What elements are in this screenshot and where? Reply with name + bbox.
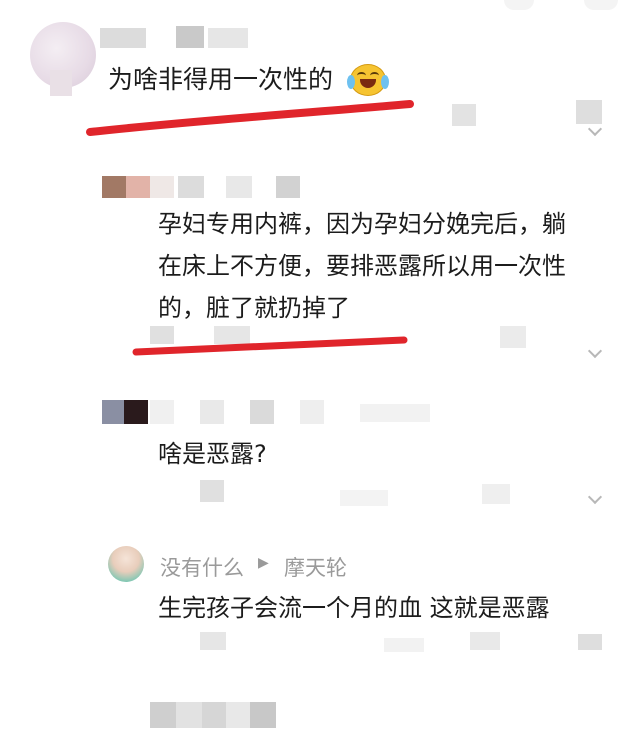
- avatar-pixelated[interactable]: [124, 400, 148, 424]
- highlight-underline: [86, 100, 414, 136]
- avatar-pixelated[interactable]: [102, 400, 124, 424]
- username-pixelated[interactable]: [100, 28, 146, 48]
- username-pixelated[interactable]: [276, 176, 300, 198]
- username-pixelated[interactable]: [200, 400, 224, 424]
- username-pixelated[interactable]: [300, 400, 324, 424]
- top-right-icon-pixelated[interactable]: [584, 0, 618, 10]
- comment-text: 啥是恶露?: [158, 440, 267, 468]
- reply-button-pixelated[interactable]: [340, 490, 388, 506]
- username-pixelated[interactable]: [178, 176, 204, 198]
- comment-text-line-3: 的，脏了就扔掉了: [158, 294, 350, 322]
- like-icon-pixelated[interactable]: [482, 484, 510, 504]
- highlight-underline: [132, 336, 408, 356]
- more-replies-pixelated[interactable]: [250, 702, 276, 728]
- like-count-pixelated[interactable]: [578, 634, 602, 650]
- avatar[interactable]: [108, 546, 144, 582]
- more-replies-pixelated[interactable]: [176, 702, 202, 728]
- chevron-down-icon[interactable]: [587, 489, 603, 505]
- username-pixelated[interactable]: [150, 176, 174, 198]
- reply-arrow-icon: ▶: [258, 555, 269, 571]
- avatar-pixelated[interactable]: [126, 176, 150, 198]
- comment-text: 生完孩子会流一个月的血 这就是恶露: [158, 594, 550, 622]
- more-replies-pixelated[interactable]: [226, 702, 250, 728]
- username-pixelated[interactable]: [208, 28, 248, 48]
- comment-text-line-2: 在床上不方便，要排恶露所以用一次性: [158, 252, 566, 280]
- like-count-pixelated[interactable]: [452, 104, 476, 126]
- timestamp-pixelated: [200, 480, 224, 502]
- reply-username[interactable]: 没有什么: [160, 552, 244, 582]
- reply-button-pixelated[interactable]: [384, 638, 424, 652]
- username-pixelated[interactable]: [360, 404, 430, 422]
- like-icon-pixelated[interactable]: [470, 632, 500, 650]
- timestamp-pixelated: [200, 632, 226, 650]
- username-pixelated[interactable]: [150, 400, 174, 424]
- username-pixelated[interactable]: [250, 400, 274, 424]
- username-pixelated[interactable]: [176, 26, 204, 48]
- top-right-icon-pixelated[interactable]: [504, 0, 534, 10]
- more-replies-pixelated[interactable]: [150, 702, 176, 728]
- like-icon-pixelated[interactable]: [576, 100, 602, 124]
- avatar-pixelated[interactable]: [102, 176, 126, 198]
- more-replies-pixelated[interactable]: [202, 702, 226, 728]
- reply-to-username[interactable]: 摩天轮: [284, 552, 347, 582]
- username-pixelated[interactable]: [226, 176, 252, 198]
- comment-text-line-1: 孕妇专用内裤，因为孕妇分娩完后，躺: [158, 210, 566, 238]
